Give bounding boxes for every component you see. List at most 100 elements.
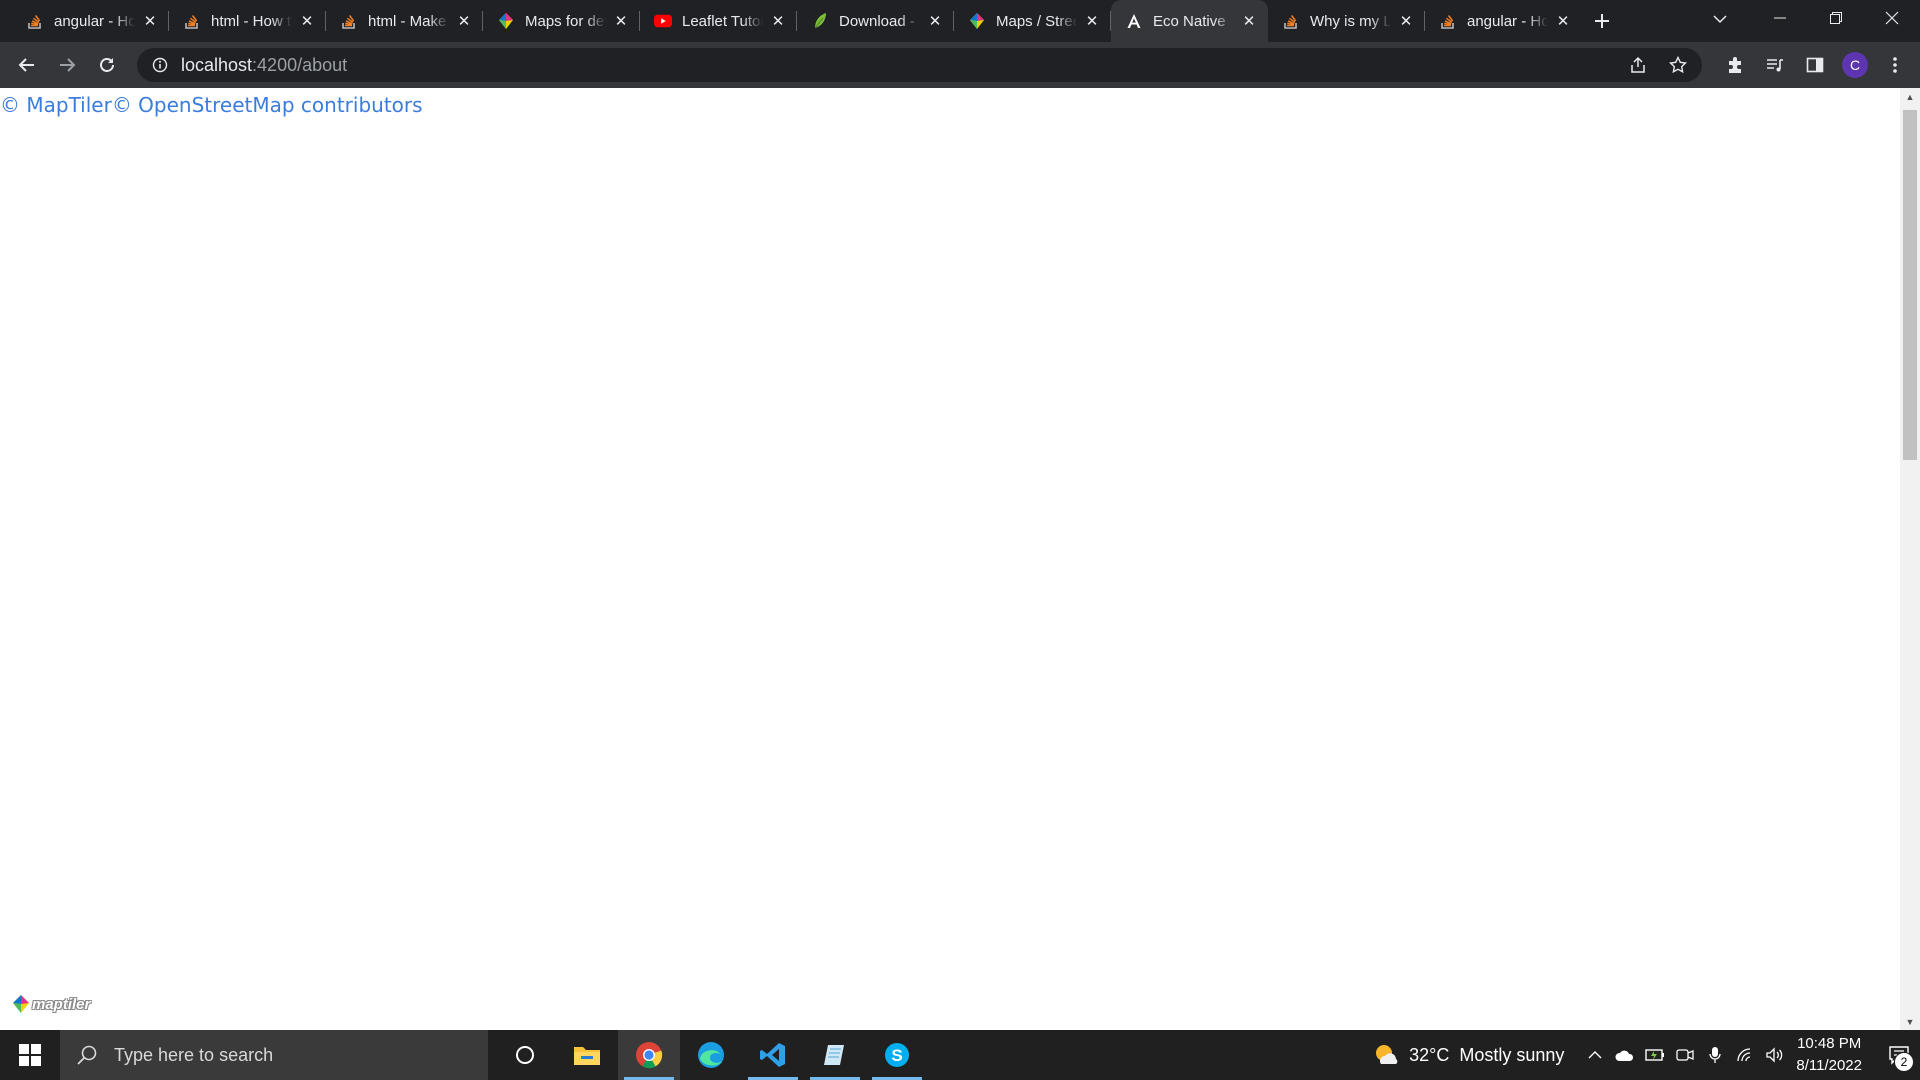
close-icon[interactable]: ✕ xyxy=(298,12,316,30)
page-viewport: © MapTiler© OpenStreetMap contributors m… xyxy=(0,88,1900,1030)
url-text[interactable]: localhost:4200/about xyxy=(181,55,347,76)
scroll-down-arrow-icon[interactable]: ▼ xyxy=(1900,1013,1920,1030)
restore-icon xyxy=(1830,12,1842,24)
maptiler-attribution-link[interactable]: © MapTiler xyxy=(0,93,112,117)
tab-eco-native[interactable]: Eco Native ✕ xyxy=(1111,0,1268,42)
vscode-button[interactable] xyxy=(742,1030,804,1080)
tab-search-button[interactable] xyxy=(1710,9,1730,29)
skype-icon: S xyxy=(885,1043,909,1067)
scrollbar-thumb[interactable] xyxy=(1903,110,1917,460)
page-scrollbar[interactable]: ▲ ▼ xyxy=(1900,88,1920,1030)
close-icon[interactable]: ✕ xyxy=(769,12,787,30)
close-icon[interactable]: ✕ xyxy=(455,12,473,30)
browser-toolbar: localhost:4200/about C xyxy=(0,42,1920,88)
start-button[interactable] xyxy=(0,1030,60,1080)
close-window-button[interactable] xyxy=(1864,0,1920,36)
speaker-icon xyxy=(1766,1047,1783,1063)
camera-icon xyxy=(1676,1049,1695,1061)
side-panel-button[interactable] xyxy=(1798,45,1832,85)
osm-attribution-link[interactable]: © OpenStreetMap contributors xyxy=(112,93,423,117)
forward-button[interactable] xyxy=(47,45,87,85)
windows-logo-icon xyxy=(19,1044,41,1066)
side-panel-icon xyxy=(1806,57,1824,73)
cortana-circle-icon xyxy=(516,1046,534,1064)
tab-title: Maps / Streets xyxy=(996,12,1077,30)
chrome-icon xyxy=(636,1042,663,1069)
toolbar-actions: C xyxy=(1718,45,1912,85)
tab-html-2[interactable]: html - Make ✕ xyxy=(326,0,483,42)
media-controls-button[interactable] xyxy=(1758,45,1792,85)
close-icon[interactable]: ✕ xyxy=(612,12,630,30)
tab-title: angular - How xyxy=(1467,12,1548,30)
bookmark-button[interactable] xyxy=(1664,51,1692,79)
close-icon[interactable]: ✕ xyxy=(141,12,159,30)
chrome-button[interactable] xyxy=(618,1030,680,1080)
network-button[interactable] xyxy=(1730,1030,1760,1080)
partly-sunny-icon xyxy=(1376,1045,1398,1064)
minimize-button[interactable] xyxy=(1752,0,1808,36)
battery-button[interactable] xyxy=(1640,1030,1670,1080)
microphone-button[interactable] xyxy=(1700,1030,1730,1080)
avatar: C xyxy=(1842,52,1868,78)
onedrive-button[interactable] xyxy=(1610,1030,1640,1080)
share-button[interactable] xyxy=(1624,51,1652,79)
tab-title: html - How to xyxy=(211,12,292,30)
tab-angular-2[interactable]: angular - How ✕ xyxy=(1425,0,1582,42)
tab-title: html - Make xyxy=(368,12,447,30)
extensions-button[interactable] xyxy=(1718,45,1752,85)
leaflet-icon xyxy=(811,12,829,30)
address-bar[interactable]: localhost:4200/about xyxy=(137,48,1702,82)
notification-badge: 2 xyxy=(1894,1052,1914,1072)
notifications-button[interactable]: 2 xyxy=(1878,1030,1920,1080)
tab-html-1[interactable]: html - How to ✕ xyxy=(169,0,326,42)
task-view-button[interactable] xyxy=(494,1030,556,1080)
close-icon[interactable]: ✕ xyxy=(1397,12,1415,30)
edge-button[interactable] xyxy=(680,1030,742,1080)
taskbar-search-box[interactable]: Type here to search xyxy=(60,1030,488,1080)
reload-button[interactable] xyxy=(87,45,127,85)
weather-description: Mostly sunny xyxy=(1459,1044,1565,1065)
cloud-icon xyxy=(1615,1050,1634,1061)
tab-why-is-my-leaflet[interactable]: Why is my Leaflet ✕ xyxy=(1268,0,1425,42)
close-icon[interactable]: ✕ xyxy=(1083,12,1101,30)
tab-title: Why is my Leaflet xyxy=(1310,12,1391,30)
stackoverflow-icon xyxy=(1282,12,1300,30)
maptiler-logo-text: maptiler xyxy=(32,995,91,1013)
clock[interactable]: 10:48 PM 8/11/2022 xyxy=(1796,1033,1862,1077)
minimize-icon xyxy=(1774,17,1786,19)
tab-maps-streets[interactable]: Maps / Streets ✕ xyxy=(954,0,1111,42)
notepad-button[interactable] xyxy=(804,1030,866,1080)
tab-leaflet-tutorial[interactable]: Leaflet Tutorial ✕ xyxy=(640,0,797,42)
stackoverflow-icon xyxy=(183,12,201,30)
show-hidden-icons-button[interactable] xyxy=(1580,1030,1610,1080)
close-icon[interactable]: ✕ xyxy=(1554,12,1572,30)
close-icon[interactable]: ✕ xyxy=(1240,12,1258,30)
close-icon[interactable]: ✕ xyxy=(926,12,944,30)
kebab-menu-icon xyxy=(1893,57,1897,73)
scroll-up-arrow-icon[interactable]: ▲ xyxy=(1900,88,1920,105)
new-tab-button[interactable] xyxy=(1582,0,1622,42)
puzzle-icon xyxy=(1729,57,1741,73)
close-icon xyxy=(1885,11,1899,25)
tab-angular-1[interactable]: angular - How to ✕ xyxy=(12,0,169,42)
weather-temperature: 32°C xyxy=(1409,1044,1450,1065)
volume-button[interactable] xyxy=(1760,1030,1790,1080)
search-icon xyxy=(74,1042,100,1068)
site-info-icon[interactable] xyxy=(143,48,177,82)
tab-download-leaflet[interactable]: Download - Leaflet ✕ xyxy=(797,0,954,42)
tab-title: Leaflet Tutorial xyxy=(682,12,763,30)
file-explorer-button[interactable] xyxy=(556,1030,618,1080)
weather-widget[interactable]: 32°C Mostly sunny xyxy=(1373,1042,1564,1068)
profile-button[interactable]: C xyxy=(1838,45,1872,85)
meet-now-button[interactable] xyxy=(1670,1030,1700,1080)
plus-icon xyxy=(1595,14,1609,28)
back-button[interactable] xyxy=(7,45,47,85)
tab-strip: angular - How to ✕ html - How to ✕ html … xyxy=(0,0,1920,42)
restore-button[interactable] xyxy=(1808,0,1864,36)
tab-maps-for-developers[interactable]: Maps for developers ✕ xyxy=(483,0,640,42)
menu-button[interactable] xyxy=(1878,45,1912,85)
maptiler-logo[interactable]: maptiler xyxy=(12,994,90,1014)
system-tray: 32°C Mostly sunny 10:48 PM 8/11/2022 2 xyxy=(1373,1030,1920,1080)
skype-button[interactable]: S xyxy=(866,1030,928,1080)
notepad-icon xyxy=(824,1045,844,1065)
